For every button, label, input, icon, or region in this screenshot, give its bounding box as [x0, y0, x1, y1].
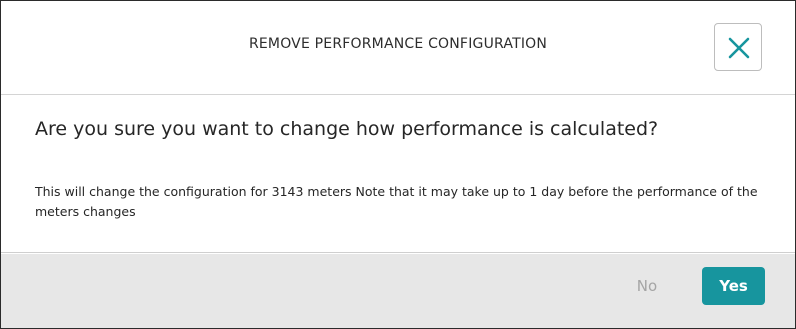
close-icon — [728, 37, 750, 59]
close-button[interactable] — [714, 23, 762, 71]
no-button[interactable]: No — [624, 269, 670, 303]
dialog-title: REMOVE PERFORMANCE CONFIGURATION — [248, 36, 548, 52]
confirmation-question: Are you sure you want to change how perf… — [35, 118, 659, 140]
dialog-body: Are you sure you want to change how perf… — [1, 95, 795, 253]
dialog-footer: No Yes — [1, 254, 795, 328]
remove-performance-configuration-dialog: REMOVE PERFORMANCE CONFIGURATION Are you… — [0, 0, 796, 329]
dialog-header: REMOVE PERFORMANCE CONFIGURATION — [1, 1, 795, 95]
confirmation-details: This will change the configuration for 3… — [35, 184, 758, 219]
yes-button[interactable]: Yes — [702, 267, 765, 305]
